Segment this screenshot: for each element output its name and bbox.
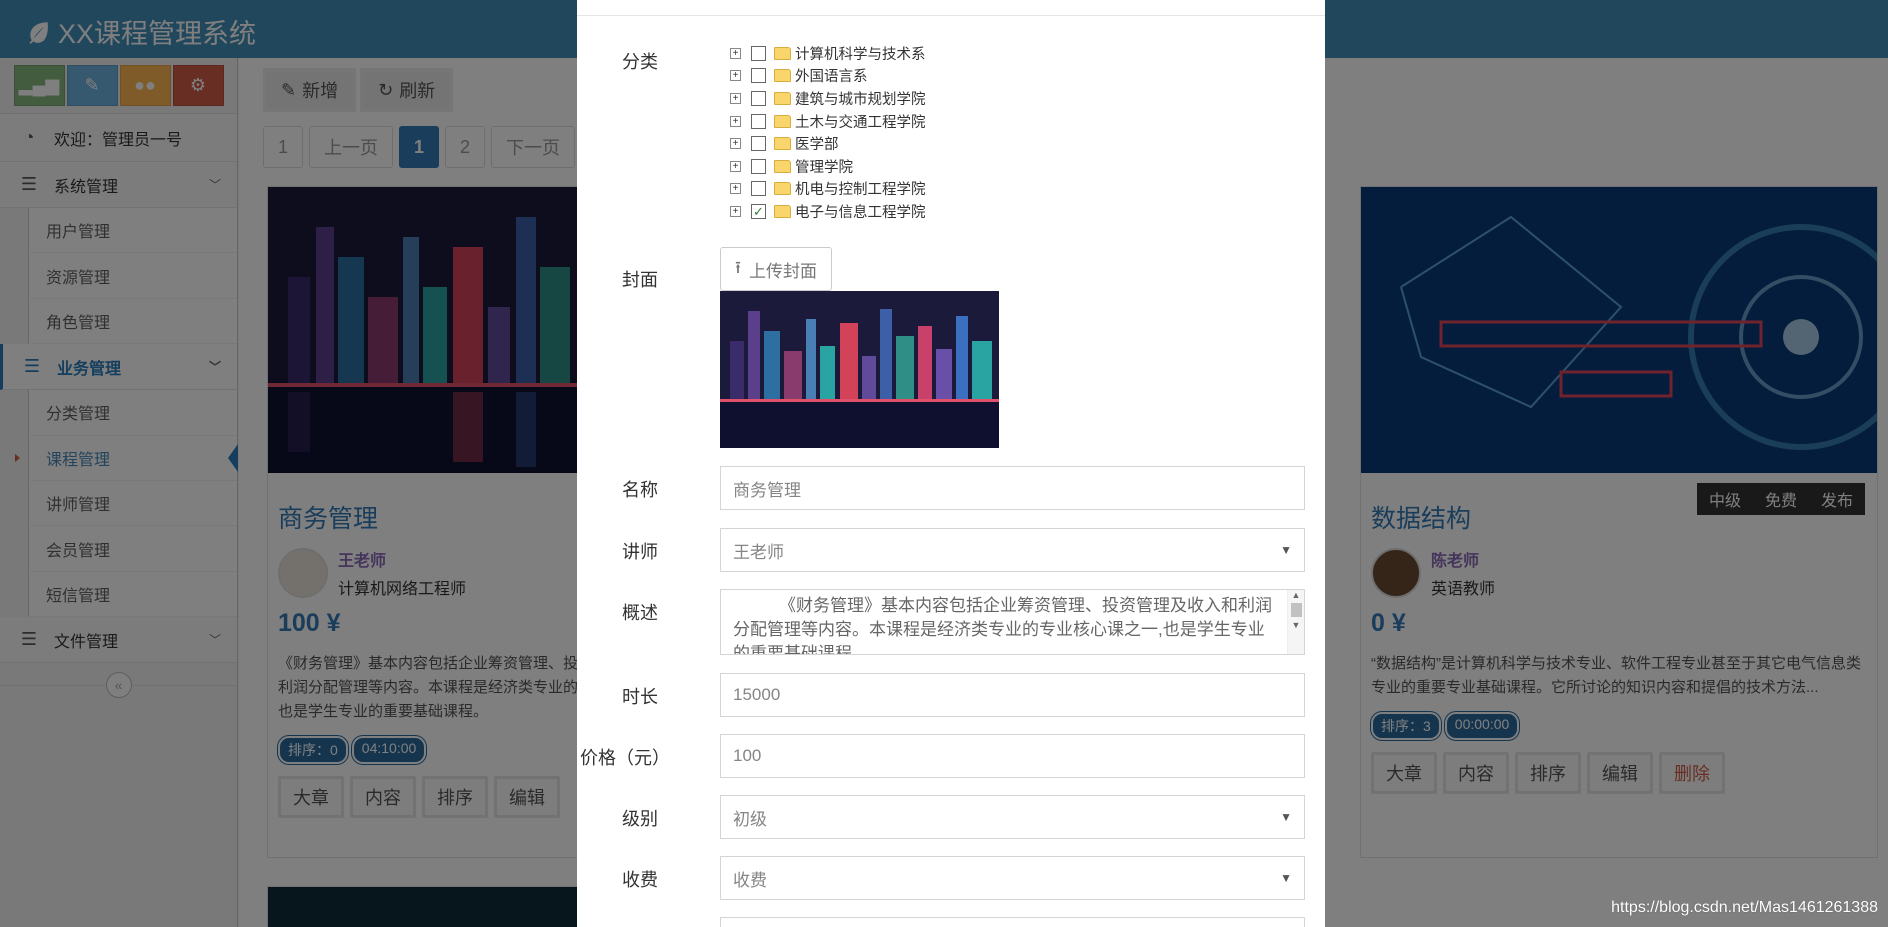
expand-icon[interactable]: + [730, 92, 741, 104]
folder-icon [774, 69, 791, 83]
summary-label: 概述 [622, 603, 658, 623]
expand-icon[interactable]: + [730, 70, 741, 82]
tree-node-label[interactable]: 建筑与城市规划学院 [795, 88, 926, 109]
level-label: 级别 [622, 809, 658, 829]
folder-icon [774, 91, 791, 105]
category-checkbox[interactable] [751, 136, 766, 152]
expand-icon[interactable]: + [730, 183, 741, 195]
expand-icon[interactable]: + [730, 47, 741, 59]
upload-icon: ⭱ [735, 257, 741, 277]
category-checkbox[interactable] [751, 45, 766, 61]
watermark: https://blog.csdn.net/Mas1461261388 [1611, 899, 1878, 916]
category-checkbox[interactable] [751, 181, 766, 197]
price-row: 价格（元） 100 [577, 734, 1325, 778]
name-row: 名称 商务管理 [577, 466, 1325, 510]
level-row: 级别 初级 ▼ [577, 795, 1325, 839]
modal-header [577, 0, 1325, 16]
teacher-select[interactable]: 王老师 ▼ [720, 528, 1305, 572]
category-tree: + 计算机科学与技术系 + 外国语言系 + 建筑与城市规划学院 + 土木与交通工程学院 … [730, 42, 926, 223]
tree-node-label[interactable]: 电子与信息工程学院 [795, 201, 926, 222]
next-field[interactable] [720, 917, 1305, 927]
duration-input[interactable]: 15000 [720, 673, 1305, 717]
charge-label: 收费 [622, 870, 658, 890]
cover-preview-image [720, 291, 999, 448]
teacher-row: 讲师 王老师 ▼ [577, 528, 1325, 572]
tree-node: + 建筑与城市规划学院 [730, 87, 926, 110]
scroll-thumb[interactable] [1290, 603, 1302, 617]
tree-node-label[interactable]: 计算机科学与技术系 [795, 43, 926, 64]
duration-label: 时长 [622, 687, 658, 707]
category-checkbox[interactable] [751, 158, 766, 174]
folder-icon [774, 204, 791, 218]
charge-select-value: 收费 [733, 870, 767, 890]
scroll-down-icon[interactable]: ▼ [1292, 620, 1301, 630]
name-input[interactable]: 商务管理 [720, 466, 1305, 510]
price-input[interactable]: 100 [720, 734, 1305, 778]
cover-label: 封面 [622, 270, 658, 290]
cover-row: 封面 [577, 256, 1325, 292]
level-select[interactable]: 初级 ▼ [720, 795, 1305, 839]
expand-icon[interactable]: + [730, 115, 741, 127]
name-label: 名称 [622, 480, 658, 500]
category-label: 分类 [622, 52, 658, 72]
tree-node-label[interactable]: 土木与交通工程学院 [795, 111, 926, 132]
summary-textarea[interactable]: 《财务管理》基本内容包括企业筹资管理、投资管理及收入和利润分配管理等内容。本课程… [720, 589, 1305, 655]
tree-node: + ✓ 电子与信息工程学院 [730, 200, 926, 223]
tree-node: + 管理学院 [730, 155, 926, 178]
category-checkbox[interactable] [751, 90, 766, 106]
tree-node: + 计算机科学与技术系 [730, 42, 926, 65]
category-checkbox[interactable] [751, 113, 766, 129]
category-checkbox-checked[interactable]: ✓ [751, 203, 766, 219]
tree-node: + 机电与控制工程学院 [730, 178, 926, 201]
course-edit-modal: 分类 + 计算机科学与技术系 + 外国语言系 + 建筑与城市规划学院 + 土木与交通工程… [577, 0, 1325, 927]
tree-node-label[interactable]: 外国语言系 [795, 65, 868, 86]
duration-row: 时长 15000 [577, 673, 1325, 717]
charge-row: 收费 收费 ▼ [577, 856, 1325, 900]
charge-select[interactable]: 收费 ▼ [720, 856, 1305, 900]
tree-node-label[interactable]: 管理学院 [795, 156, 853, 177]
summary-scrollbar[interactable]: ▲ ▼ [1287, 590, 1304, 654]
level-select-value: 初级 [733, 809, 767, 829]
tree-node-label[interactable]: 医学部 [795, 133, 839, 154]
price-label: 价格（元） [580, 748, 670, 768]
folder-icon [774, 114, 791, 128]
teacher-select-value: 王老师 [733, 542, 784, 562]
teacher-label: 讲师 [622, 542, 658, 562]
category-checkbox[interactable] [751, 68, 766, 84]
scroll-up-icon[interactable]: ▲ [1292, 590, 1301, 600]
expand-icon[interactable]: + [730, 205, 741, 217]
tree-node-label[interactable]: 机电与控制工程学院 [795, 178, 926, 199]
tree-node: + 外国语言系 [730, 65, 926, 88]
category-row: 分类 [577, 38, 1325, 74]
folder-icon [774, 46, 791, 60]
tree-node: + 土木与交通工程学院 [730, 110, 926, 133]
chevron-down-icon: ▼ [1280, 871, 1292, 885]
tree-node: + 医学部 [730, 132, 926, 155]
chevron-down-icon: ▼ [1280, 810, 1292, 824]
folder-icon [774, 182, 791, 196]
folder-icon [774, 159, 791, 173]
folder-icon [774, 137, 791, 151]
upload-cover-label: 上传封面 [748, 261, 817, 281]
expand-icon[interactable]: + [730, 138, 741, 150]
expand-icon[interactable]: + [730, 160, 741, 172]
chevron-down-icon: ▼ [1280, 543, 1292, 557]
upload-cover-button[interactable]: ⭱ 上传封面 [720, 247, 832, 291]
